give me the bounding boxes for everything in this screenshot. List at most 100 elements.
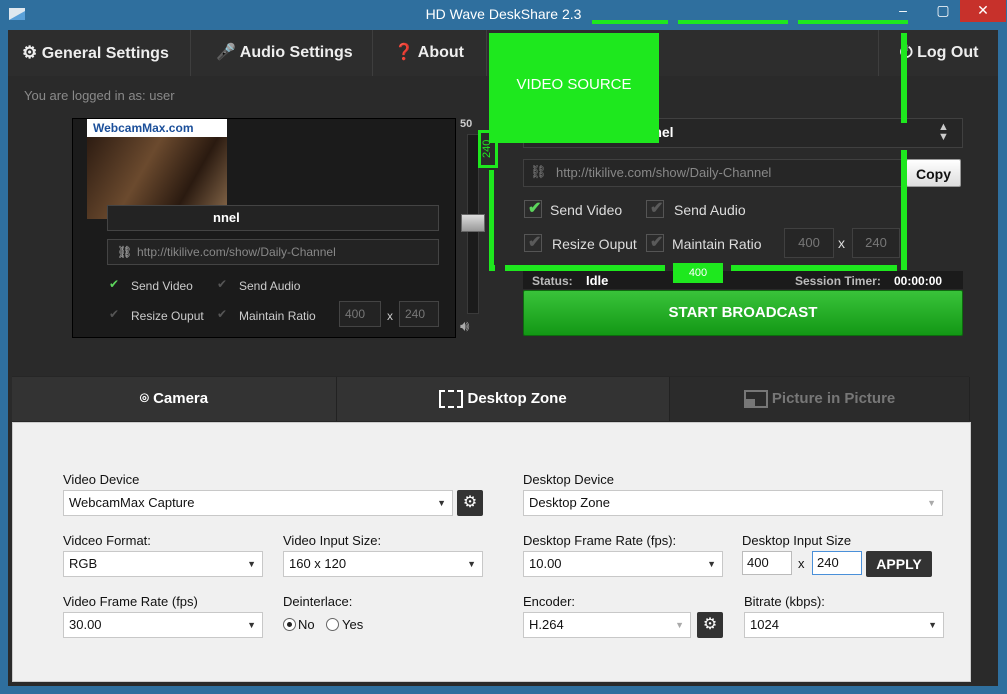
deinterlace-yes-label: Yes bbox=[342, 617, 364, 632]
encoder-settings-button[interactable]: ⚙ bbox=[697, 612, 723, 638]
video-input-size-label: Video Input Size: bbox=[283, 533, 382, 548]
video-device-settings-button[interactable]: ⚙ bbox=[457, 490, 483, 516]
desktop-frame-rate-select[interactable]: 10.00 ▼ bbox=[523, 551, 723, 577]
encoder-label: Encoder: bbox=[523, 594, 576, 609]
general-settings-menu[interactable]: ⚙ General Settings bbox=[22, 30, 169, 76]
tab-camera[interactable]: ⌾ Camera bbox=[12, 377, 337, 421]
video-source-label: VIDEO SOURCE bbox=[516, 76, 632, 93]
chevron-down-icon: ▼ bbox=[467, 559, 476, 569]
desktop-width-input[interactable]: 400 bbox=[742, 551, 792, 575]
check-icon: ✔ bbox=[650, 200, 664, 217]
menu-divider bbox=[878, 30, 879, 76]
resize-output-checkbox[interactable]: ✔ bbox=[524, 234, 542, 252]
preview-x: x bbox=[387, 309, 393, 323]
video-preview: WebcamMax.com nnel ⛓ http://tikilive.com… bbox=[72, 118, 456, 338]
start-broadcast-button[interactable]: START BROADCAST bbox=[523, 290, 963, 336]
output-height-field[interactable]: 240 bbox=[852, 228, 900, 258]
video-input-size-select[interactable]: 160 x 120 ▼ bbox=[283, 551, 483, 577]
check-icon: ✔ bbox=[217, 277, 228, 291]
timer-label: Session Timer: bbox=[795, 274, 881, 288]
video-frame-rate-select[interactable]: 30.00 ▼ bbox=[63, 612, 263, 638]
preview-channel-select bbox=[107, 205, 439, 231]
audio-settings-label: Audio Settings bbox=[239, 44, 353, 61]
video-device-value: WebcamMax Capture bbox=[69, 495, 195, 510]
deinterlace-label: Deinterlace: bbox=[283, 594, 353, 609]
desktop-input-size-label: Desktop Input Size bbox=[742, 533, 852, 548]
apply-button[interactable]: APPLY bbox=[866, 551, 932, 577]
desktop-zone-icon bbox=[439, 390, 464, 409]
check-icon: ✔ bbox=[217, 307, 228, 321]
overlay-top-dash bbox=[678, 20, 788, 24]
pip-icon bbox=[743, 390, 768, 409]
desktop-device-select[interactable]: Desktop Zone ▼ bbox=[523, 490, 943, 516]
select-arrows-icon: ▲ ▼ bbox=[938, 121, 949, 143]
desktop-height-input[interactable]: 240 bbox=[812, 551, 862, 575]
overlay-height-label: 240 bbox=[481, 139, 493, 159]
encoder-select[interactable]: H.264 ▼ bbox=[523, 612, 691, 638]
deinterlace-no-radio[interactable] bbox=[283, 618, 296, 631]
logout-label: Log Out bbox=[917, 44, 979, 61]
overlay-top-dash bbox=[592, 20, 668, 24]
preview-height: 240 bbox=[405, 307, 426, 321]
audio-settings-menu[interactable]: 🎤 Audio Settings bbox=[216, 30, 353, 76]
video-format-value: RGB bbox=[69, 556, 98, 571]
status-label: Status: bbox=[532, 274, 573, 288]
desktop-size-x-label: x bbox=[798, 556, 805, 571]
send-audio-label: Send Audio bbox=[674, 202, 746, 218]
tab-camera-label: Camera bbox=[153, 390, 209, 407]
minimize-button[interactable]: – bbox=[890, 0, 916, 22]
maximize-button[interactable]: ▢ bbox=[930, 0, 956, 22]
preview-width: 400 bbox=[345, 307, 366, 321]
link-icon: ⛓ bbox=[117, 245, 133, 259]
send-video-checkbox[interactable]: ✔ bbox=[524, 200, 542, 218]
logged-in-status: You are logged in as: user bbox=[24, 88, 175, 103]
bitrate-label: Bitrate (kbps): bbox=[744, 594, 825, 609]
username: user bbox=[149, 88, 175, 103]
status-value: Idle bbox=[586, 273, 609, 288]
bitrate-select[interactable]: 1024 ▼ bbox=[744, 612, 944, 638]
video-frame-rate-value: 30.00 bbox=[69, 617, 102, 632]
chevron-down-icon: ▼ bbox=[247, 559, 256, 569]
overlay-corner bbox=[489, 265, 495, 271]
microphone-icon: 🎤 bbox=[216, 44, 236, 61]
tab-desktop-zone[interactable]: Desktop Zone bbox=[337, 377, 670, 421]
volume-slider-thumb[interactable] bbox=[461, 214, 485, 232]
video-device-select[interactable]: WebcamMax Capture ▼ bbox=[63, 490, 453, 516]
desktop-frame-rate-value: 10.00 bbox=[529, 556, 562, 571]
copy-button[interactable]: Copy bbox=[906, 159, 961, 187]
overlay-bottom-dash bbox=[731, 265, 897, 271]
send-video-label: Send Video bbox=[550, 202, 623, 218]
timer-value: 00:00:00 bbox=[894, 274, 943, 288]
about-menu[interactable]: ❓ About bbox=[394, 30, 464, 76]
check-icon: ✔ bbox=[528, 234, 542, 251]
overlay-left-edge bbox=[489, 170, 494, 266]
overlay-top-dash bbox=[798, 20, 908, 24]
logout-menu[interactable]: ⏻ Log Out bbox=[900, 30, 978, 76]
video-format-select[interactable]: RGB ▼ bbox=[63, 551, 263, 577]
preview-url: http://tikilive.com/show/Daily-Channel bbox=[137, 245, 336, 259]
tab-pip-label: Picture in Picture bbox=[771, 390, 896, 407]
overlay-bottom-dash bbox=[505, 265, 665, 271]
deinterlace-yes-radio[interactable] bbox=[326, 618, 339, 631]
output-width-field[interactable]: 400 bbox=[784, 228, 834, 258]
menu-divider bbox=[372, 30, 373, 76]
deinterlace-no-label: No bbox=[298, 617, 315, 632]
desktop-device-value: Desktop Zone bbox=[529, 495, 610, 510]
close-button[interactable]: ✕ bbox=[960, 0, 1006, 22]
chevron-down-icon: ▼ bbox=[247, 620, 256, 630]
desktop-frame-rate-label: Desktop Frame Rate (fps): bbox=[523, 533, 677, 548]
check-icon: ✔ bbox=[528, 200, 542, 217]
tab-picture-in-picture[interactable]: Picture in Picture bbox=[670, 377, 970, 421]
size-x-label: x bbox=[838, 235, 845, 251]
chevron-down-icon: ▼ bbox=[928, 620, 937, 630]
maintain-ratio-checkbox[interactable]: ✔ bbox=[646, 234, 664, 252]
broadcast-url: http://tikilive.com/show/Daily-Channel bbox=[556, 165, 772, 180]
gear-icon: ⚙ bbox=[462, 494, 478, 511]
chevron-down-icon: ▼ bbox=[707, 559, 716, 569]
link-icon: ⛓ bbox=[530, 164, 547, 179]
video-input-size-value: 160 x 120 bbox=[289, 556, 347, 571]
send-audio-checkbox[interactable]: ✔ bbox=[646, 200, 664, 218]
title-bar: HD Wave DeskShare 2.3 – ▢ ✕ bbox=[0, 0, 1007, 30]
video-format-label: Vidceo Format: bbox=[63, 533, 151, 548]
webcam-logo: WebcamMax.com bbox=[93, 121, 194, 135]
